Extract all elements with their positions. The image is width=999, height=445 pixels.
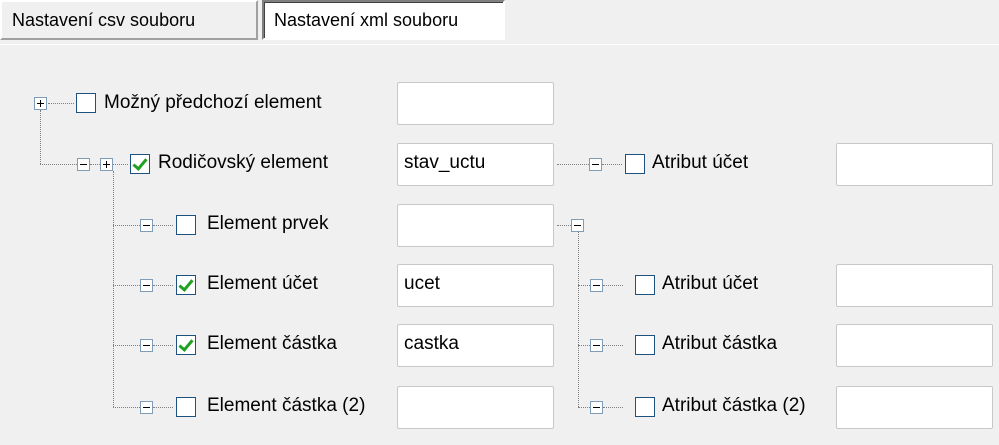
label-element-amount-2: Element částka (2) (207, 395, 366, 416)
tree-line (557, 225, 571, 226)
expand-plus-icon[interactable] (100, 158, 113, 171)
input-element-amount[interactable]: castka (397, 324, 554, 367)
input-attribute-amount[interactable] (836, 324, 993, 367)
expand-plus-icon[interactable] (34, 97, 47, 110)
tree-line (153, 407, 173, 408)
tree-line (603, 285, 623, 286)
input-element-account[interactable]: ucet (397, 264, 554, 307)
tree-line (578, 285, 590, 286)
input-parent-attribute[interactable] (836, 143, 993, 186)
collapse-minus-icon[interactable] (590, 279, 603, 292)
tree-line (603, 407, 623, 408)
input-attribute-account[interactable] (836, 264, 993, 307)
checkbox-parent-element[interactable] (130, 154, 150, 174)
label-parent-element: Rodičovský element (158, 152, 329, 173)
checkbox-possible-previous[interactable] (76, 93, 96, 113)
tab-xml-settings[interactable]: Nastavení xml souboru (262, 0, 505, 40)
input-possible-previous[interactable] (397, 82, 554, 125)
input-element-amount-2[interactable] (397, 386, 554, 429)
tree-line (90, 164, 100, 165)
tree-line (40, 164, 77, 165)
collapse-minus-icon[interactable] (140, 401, 153, 414)
collapse-minus-icon[interactable] (140, 279, 153, 292)
collapse-minus-icon[interactable] (140, 339, 153, 352)
tree-line (113, 407, 140, 408)
tree-line (603, 345, 623, 346)
label-element-account: Element účet (207, 273, 318, 294)
collapse-minus-icon[interactable] (590, 401, 603, 414)
checkbox-element-item[interactable] (176, 215, 196, 235)
checkbox-parent-attribute[interactable] (625, 154, 645, 174)
tree-line (113, 225, 140, 226)
tree-line (578, 407, 590, 408)
label-possible-previous: Možný předchozí element (104, 92, 322, 113)
tree-line (602, 164, 622, 165)
checkbox-attribute-amount-2[interactable] (635, 397, 655, 417)
tree-line (153, 225, 173, 226)
collapse-minus-icon[interactable] (589, 158, 602, 171)
label-element-item: Element prvek (207, 213, 329, 234)
input-attribute-amount-2[interactable] (836, 386, 993, 429)
checkbox-element-amount[interactable] (176, 335, 196, 355)
label-attribute-amount: Atribut částka (662, 333, 778, 354)
tree-line (40, 110, 41, 164)
checkbox-attribute-amount[interactable] (635, 335, 655, 355)
tree-line (153, 345, 173, 346)
input-parent-element[interactable]: stav_uctu (397, 143, 554, 186)
checkbox-element-amount-2[interactable] (176, 397, 196, 417)
tree-line (578, 345, 590, 346)
collapse-minus-icon[interactable] (571, 219, 584, 232)
tree-line (113, 164, 128, 165)
tree-line (113, 285, 140, 286)
tree-line (113, 345, 140, 346)
label-attribute-account: Atribut účet (662, 273, 759, 294)
collapse-minus-icon[interactable] (140, 219, 153, 232)
tree-line (578, 232, 579, 407)
label-element-amount: Element částka (207, 333, 337, 354)
tree-line (557, 164, 589, 165)
checkbox-element-account[interactable] (176, 275, 196, 295)
tab-csv-settings[interactable]: Nastavení csv souboru (0, 0, 258, 40)
input-element-item[interactable] (397, 204, 554, 247)
checkbox-attribute-account[interactable] (635, 275, 655, 295)
label-parent-attribute: Atribut účet (652, 152, 749, 173)
collapse-minus-icon[interactable] (77, 158, 90, 171)
label-attribute-amount-2: Atribut částka (2) (662, 395, 806, 416)
tree-line (113, 171, 114, 407)
collapse-minus-icon[interactable] (590, 339, 603, 352)
tree-line (153, 285, 173, 286)
tree-line (48, 103, 74, 104)
